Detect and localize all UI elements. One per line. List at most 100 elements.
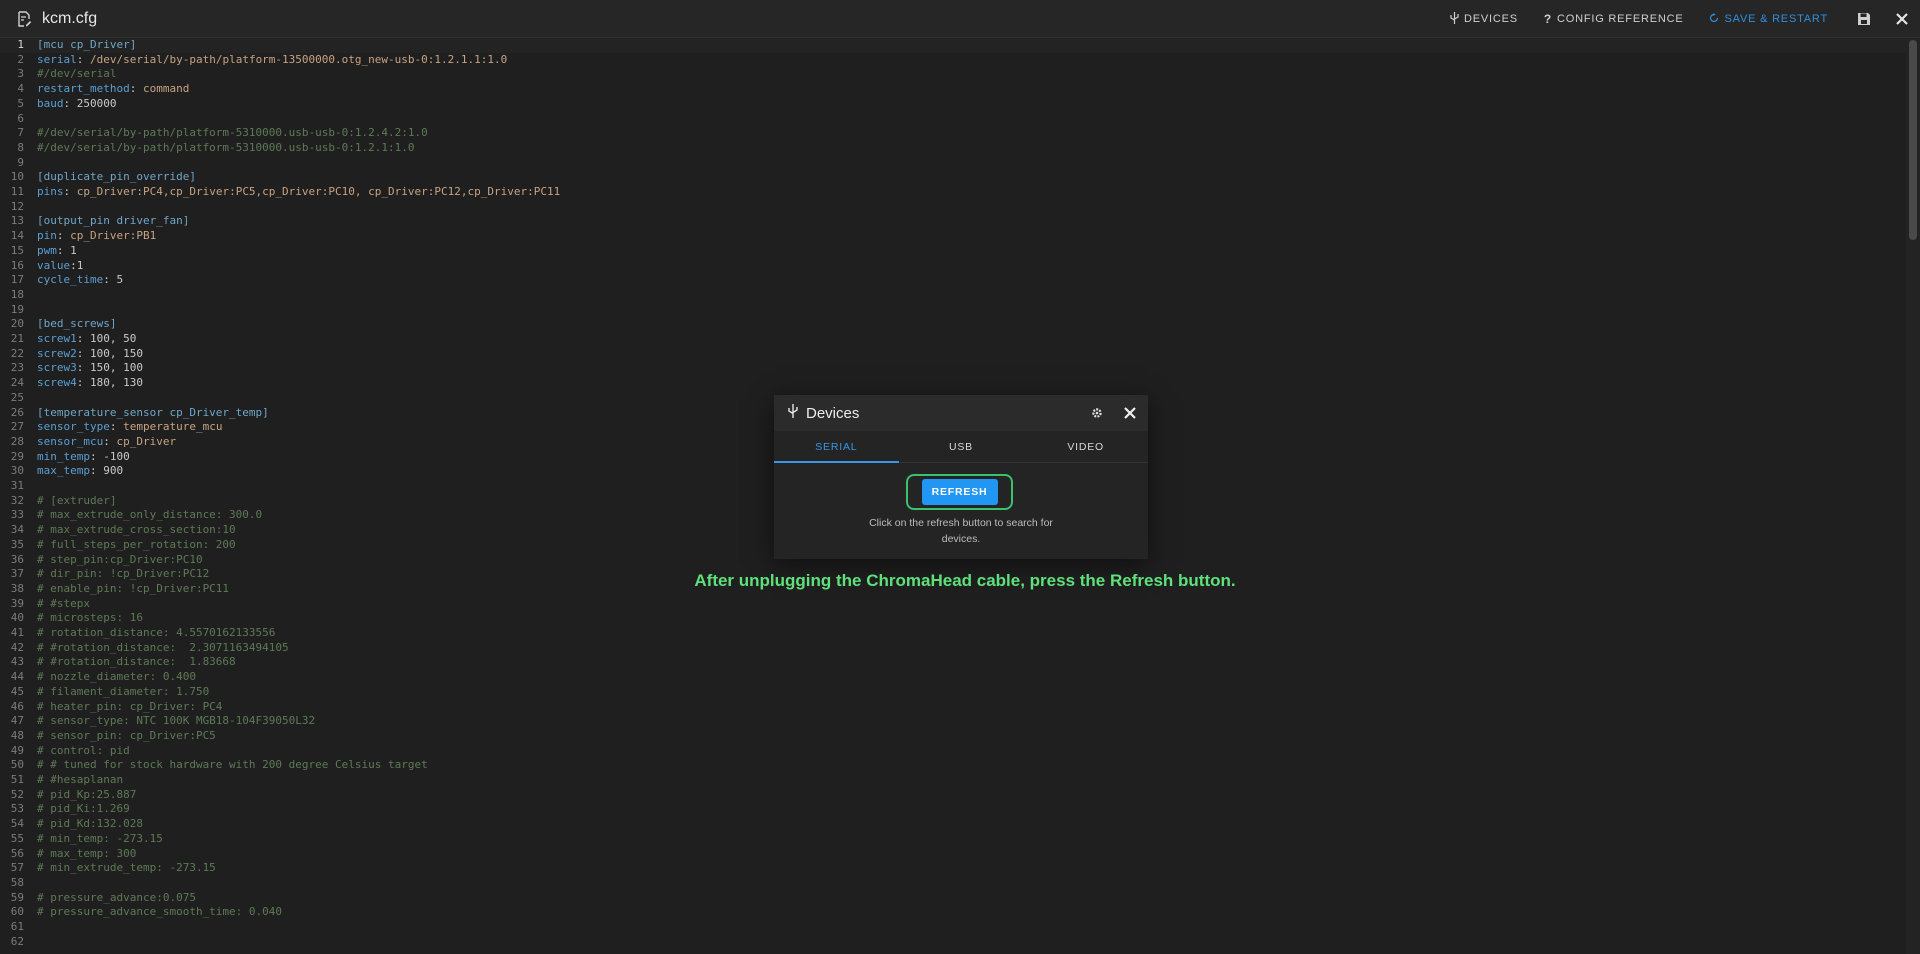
config-reference-label: CONFIG REFERENCE [1557,13,1684,25]
code-line[interactable]: 12 [0,200,1906,215]
line-number: 46 [10,699,24,713]
code-line[interactable]: 43 # #rotation_distance: 1.83668 [0,655,1906,670]
code-line[interactable]: 40 # microsteps: 16 [0,611,1906,626]
code-line[interactable]: 53 # pid_Ki:1.269 [0,802,1906,817]
code-line[interactable]: 11 pins: cp_Driver:PC4,cp_Driver:PC5,cp_D… [0,185,1906,200]
close-icon[interactable] [1892,9,1912,29]
code-line[interactable]: 57 # min_extrude_temp: -273.15 [0,861,1906,876]
code-line[interactable]: 56 # max_temp: 300 [0,847,1906,862]
code-line[interactable]: 15 pwm: 1 [0,244,1906,259]
code-line[interactable]: 41 # rotation_distance: 4.5570162133556 [0,626,1906,641]
config-reference-button[interactable]: ? CONFIG REFERENCE [1544,12,1684,26]
line-code: restart_method: command [37,82,189,97]
line-number: 54 [10,817,24,831]
code-line[interactable]: 13 [output_pin driver_fan] [0,214,1906,229]
code-line[interactable]: 9 [0,156,1906,171]
code-line[interactable]: 20 [bed_screws] [0,317,1906,332]
code-line[interactable]: 14 pin: cp_Driver:PB1 [0,229,1906,244]
code-token: screw4 [37,376,77,390]
gear-icon[interactable] [1087,403,1107,423]
code-line[interactable]: 51 # #hesaplanan [0,773,1906,788]
file-tab: kcm.cfg [14,0,97,38]
line-number: 13 [10,214,24,228]
code-token: sensor_type [37,420,110,434]
code-line[interactable]: 4 restart_method: command [0,82,1906,97]
editor-scrollbar[interactable] [1906,38,1920,954]
code-line[interactable]: 61 [0,920,1906,935]
code-line[interactable]: 45 # filament_diameter: 1.750 [0,685,1906,700]
line-code: # filament_diameter: 1.750 [37,685,209,700]
code-token: # filament_diameter: 1.750 [37,684,210,698]
line-code: value:1 [37,259,83,274]
line-code: screw4: 180, 130 [37,376,143,391]
tab-usb[interactable]: USB [899,431,1024,462]
scrollbar-thumb[interactable] [1909,40,1917,240]
line-code: # step_pin:cp_Driver:PC10 [37,553,203,568]
close-icon[interactable] [1120,403,1140,423]
code-line[interactable]: 6 [0,112,1906,127]
code-line[interactable]: 60 # pressure_advance_smooth_time: 0.040 [0,905,1906,920]
code-line[interactable]: 18 [0,288,1906,303]
code-line[interactable]: 49 # control: pid [0,744,1906,759]
line-number: 21 [10,332,24,345]
code-line[interactable]: 23 screw3: 150, 100 [0,361,1906,376]
tab-video[interactable]: VIDEO [1023,431,1148,462]
code-line[interactable]: 1 [mcu cp_Driver] [0,38,1906,53]
code-line[interactable]: 55 # min_temp: -273.15 [0,832,1906,847]
code-line[interactable]: 39 # #stepx [0,597,1906,612]
code-line[interactable]: 7 #/dev/serial/by-path/platform-5310000.u… [0,126,1906,141]
line-code: [mcu cp_Driver] [37,38,136,53]
code-line[interactable]: 22 screw2: 100, 150 [0,347,1906,362]
line-number: 43 [10,655,24,669]
code-line[interactable]: 21 screw1: 100, 50 [0,332,1906,347]
code-line[interactable]: 52 # pid_Kp:25.887 [0,788,1906,803]
line-number: 36 [10,552,24,566]
refresh-button[interactable]: REFRESH [921,479,998,505]
line-code: #/dev/serial/by-path/platform-5310000.us… [37,141,415,156]
line-code: serial: /dev/serial/by-path/platform-135… [37,53,507,68]
code-token: : [103,273,117,287]
code-line[interactable]: 24 screw4: 180, 130 [0,376,1906,391]
line-number: 49 [10,743,24,757]
code-line[interactable]: 62 [0,935,1906,950]
code-line[interactable]: 48 # sensor_pin: cp_Driver:PC5 [0,729,1906,744]
code-line[interactable]: 50 # # tuned for stock hardware with 200 … [0,758,1906,773]
floppy-save-icon[interactable] [1854,9,1874,29]
code-line[interactable]: 8 #/dev/serial/by-path/platform-5310000.u… [0,141,1906,156]
line-code: # sensor_pin: cp_Driver:PC5 [37,729,216,744]
line-code: # max_temp: 300 [37,847,136,862]
code-line[interactable]: 10 [duplicate_pin_override] [0,170,1906,185]
code-line[interactable]: 17 cycle_time: 5 [0,273,1906,288]
code-line[interactable]: 19 [0,303,1906,318]
tab-serial[interactable]: SERIAL [774,431,899,463]
code-line[interactable]: 16 value:1 [0,259,1906,274]
line-number: 62 [10,934,24,948]
code-line[interactable]: 44 # nozzle_diameter: 0.400 [0,670,1906,685]
line-number: 25 [10,390,24,404]
code-line[interactable]: 42 # #rotation_distance: 2.3071163494105 [0,641,1906,656]
code-line[interactable]: 3 #/dev/serial [0,67,1906,82]
line-number: 28 [10,434,24,448]
code-line[interactable]: 59 # pressure_advance:0.075 [0,891,1906,906]
code-token: # max_temp: 300 [37,846,137,860]
code-line[interactable]: 54 # pid_Kd:132.028 [0,817,1906,832]
line-code: # max_extrude_only_distance: 300.0 [37,508,262,523]
line-number: 24 [10,376,24,390]
code-token: # pid_Kd:132.028 [37,817,143,831]
line-code: #/dev/serial [37,67,116,82]
line-code: screw3: 150, 100 [37,361,143,376]
code-line[interactable]: 58 [0,876,1906,891]
code-line[interactable]: 47 # sensor_type: NTC 100K MGB18-104F3905… [0,714,1906,729]
line-number: 5 [17,96,24,110]
save-restart-button[interactable]: SAVE & RESTART [1709,12,1828,26]
code-line[interactable]: 2 serial: /dev/serial/by-path/platform-13… [0,53,1906,68]
line-number: 15 [10,243,24,257]
code-token: # nozzle_diameter: 0.400 [37,670,196,684]
code-line[interactable]: 46 # heater_pin: cp_Driver: PC4 [0,700,1906,715]
line-number: 41 [10,626,24,639]
code-token: # max_extrude_cross_section:10 [37,523,236,537]
devices-button[interactable]: DEVICES [1450,11,1518,27]
code-token: # [extruder] [37,493,117,507]
code-line[interactable]: 5 baud: 250000 [0,97,1906,112]
line-number: 61 [10,920,24,933]
